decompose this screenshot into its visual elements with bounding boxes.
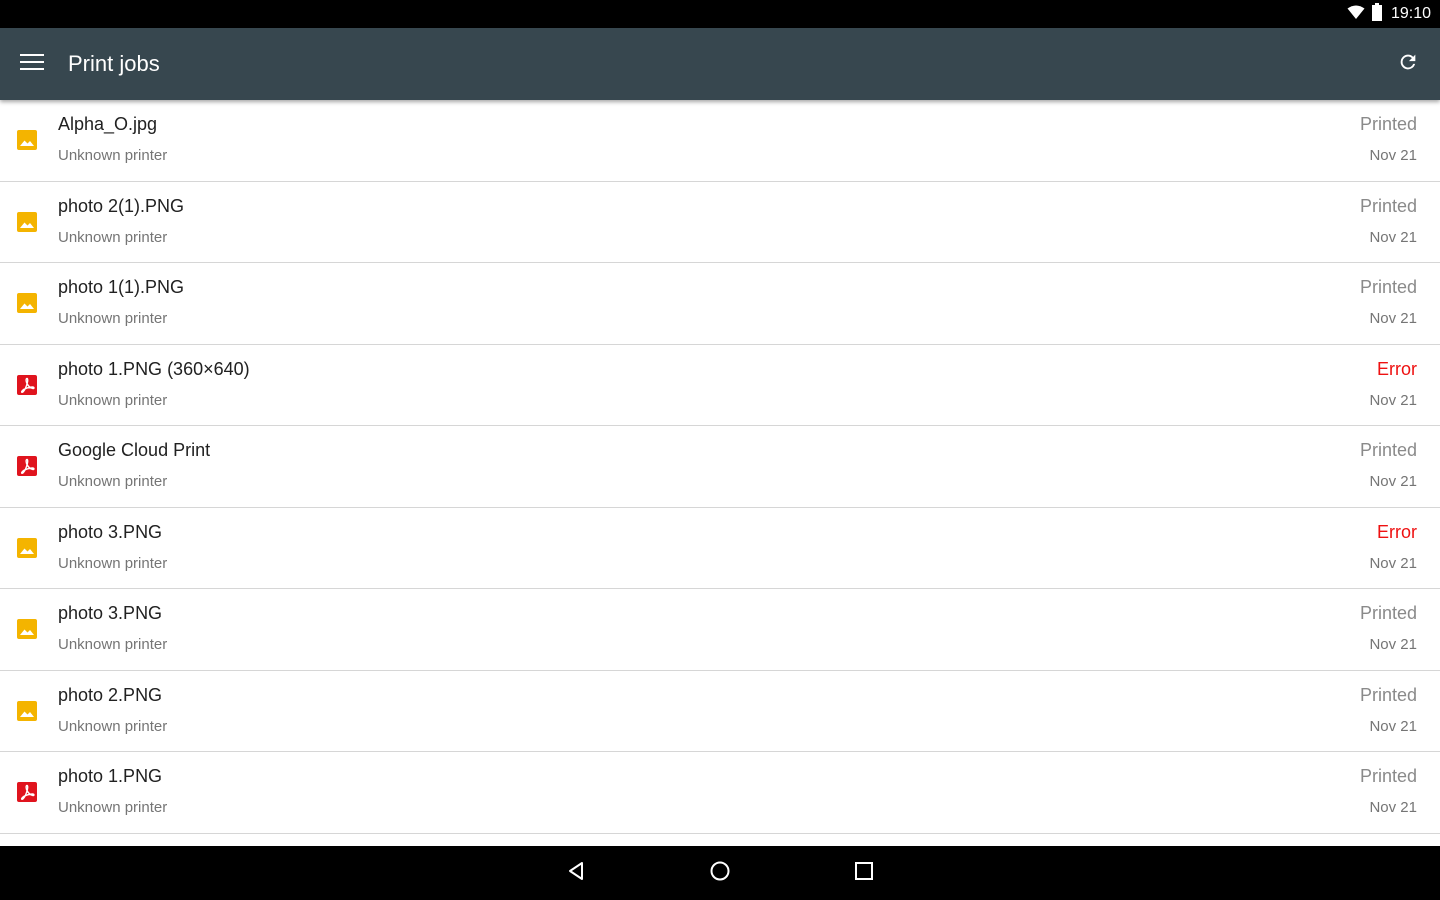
job-printer: Unknown printer — [58, 310, 168, 327]
job-name: photo 1.PNG — [58, 766, 163, 786]
job-status: Printed — [1359, 114, 1417, 134]
home-button[interactable] — [700, 853, 740, 893]
menu-button[interactable] — [12, 44, 52, 84]
job-status: Printed — [1359, 195, 1417, 216]
status-icons: 19:10 — [1347, 0, 1431, 28]
job-status: Printed — [1359, 684, 1417, 705]
status-time: 19:10 — [1390, 5, 1431, 22]
job-printer: Unknown printer — [58, 228, 168, 246]
job-date: Nov 21 — [1369, 391, 1417, 409]
job-date: Nov 21 — [1369, 310, 1417, 327]
back-button[interactable] — [556, 853, 596, 893]
job-status: Error — [1377, 358, 1417, 379]
job-name: Alpha_O.jpg — [58, 114, 158, 134]
image-icon — [17, 293, 37, 313]
print-job-list[interactable]: Alpha_O.jpg Unknown printer Printed Nov 21 p… — [0, 100, 1440, 846]
job-printer: Unknown printer — [58, 717, 168, 735]
refresh-icon — [1397, 51, 1419, 78]
job-row[interactable]: photo 1.PNG (360×640) Unknown printer Erro… — [0, 345, 1440, 426]
job-row[interactable]: photo 1(1).PNG Unknown printer Printed Nov … — [0, 263, 1440, 345]
job-printer: Unknown printer — [58, 636, 168, 653]
home-icon — [709, 860, 731, 887]
job-name: Google Cloud Print — [58, 440, 211, 460]
job-printer: Unknown printer — [58, 473, 168, 490]
recents-icon — [854, 861, 874, 886]
job-name: photo 1.PNG (360×640) — [58, 358, 250, 379]
job-date: Nov 21 — [1369, 228, 1417, 246]
job-status: Error — [1377, 521, 1417, 542]
navigation-bar — [0, 846, 1440, 900]
image-icon — [17, 700, 37, 721]
job-printer: Unknown printer — [58, 799, 168, 816]
status-bar: 19:10 — [0, 0, 1440, 28]
job-row[interactable]: photo 2(1).PNG Unknown printer Printed Nov … — [0, 182, 1440, 263]
job-name: photo 2(1).PNG — [58, 195, 185, 216]
back-icon — [566, 861, 586, 886]
battery-icon — [1371, 2, 1383, 26]
job-name: photo 2.PNG — [58, 684, 163, 705]
job-date: Nov 21 — [1369, 636, 1417, 653]
job-status: Printed — [1359, 603, 1417, 623]
job-printer: Unknown printer — [58, 554, 168, 572]
pdf-icon — [17, 374, 37, 395]
image-icon — [17, 619, 37, 639]
job-row[interactable]: photo 2.PNG Unknown printer Printed Nov 21 — [0, 671, 1440, 752]
job-date: Nov 21 — [1369, 717, 1417, 735]
job-name: photo 3.PNG — [58, 603, 163, 623]
image-icon — [17, 537, 37, 558]
job-status: Printed — [1359, 766, 1417, 786]
recents-button[interactable] — [844, 853, 884, 893]
job-date: Nov 21 — [1369, 147, 1417, 164]
job-row[interactable]: Google Cloud Print Unknown printer Printed… — [0, 426, 1440, 508]
page-title: Print jobs — [68, 51, 160, 76]
pdf-icon — [17, 782, 37, 802]
wifi-icon — [1347, 4, 1365, 25]
image-icon — [17, 130, 37, 150]
job-status: Printed — [1359, 277, 1417, 297]
job-date: Nov 21 — [1369, 473, 1417, 490]
job-status: Printed — [1359, 440, 1417, 460]
job-date: Nov 21 — [1369, 799, 1417, 816]
job-printer: Unknown printer — [58, 391, 168, 409]
job-row[interactable]: Alpha_O.jpg Unknown printer Printed Nov 21 — [0, 100, 1440, 182]
app-bar: Print jobs — [0, 28, 1440, 100]
job-row[interactable]: photo 3.PNG Unknown printer Error Nov 21 — [0, 508, 1440, 589]
job-printer: Unknown printer — [58, 147, 168, 164]
pdf-icon — [17, 456, 37, 476]
job-date: Nov 21 — [1369, 554, 1417, 572]
job-name: photo 1(1).PNG — [58, 277, 185, 297]
menu-icon — [20, 53, 44, 76]
refresh-button[interactable] — [1388, 44, 1428, 84]
image-icon — [17, 211, 37, 232]
job-row[interactable]: photo 3.PNG Unknown printer Printed Nov 21 — [0, 589, 1440, 671]
job-name: photo 3.PNG — [58, 521, 163, 542]
job-row[interactable]: photo 1.PNG Unknown printer Printed Nov 21 — [0, 752, 1440, 834]
